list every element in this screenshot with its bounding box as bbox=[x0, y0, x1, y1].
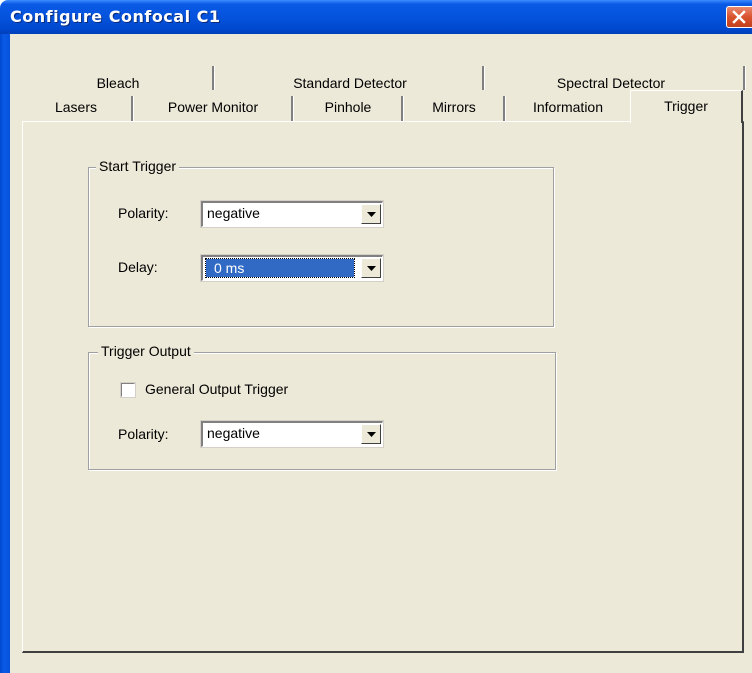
output-polarity-value: negative bbox=[207, 425, 260, 441]
output-polarity-label: Polarity: bbox=[118, 426, 169, 442]
tab-separator bbox=[503, 96, 506, 121]
tab-trigger[interactable]: Trigger bbox=[630, 90, 743, 123]
general-output-trigger-label[interactable]: General Output Trigger bbox=[145, 381, 288, 397]
tab-label: Lasers bbox=[54, 99, 98, 115]
dropdown-arrow-button[interactable] bbox=[361, 424, 381, 444]
output-polarity-dropdown[interactable]: negative bbox=[200, 420, 384, 448]
tab-standard-detector[interactable]: Standard Detector bbox=[216, 70, 484, 96]
tab-separator bbox=[401, 96, 404, 121]
start-polarity-value: negative bbox=[207, 205, 260, 221]
window-frame-left bbox=[0, 34, 10, 673]
dropdown-arrow-button[interactable] bbox=[361, 204, 381, 224]
tab-label: Mirrors bbox=[432, 99, 476, 115]
trigger-output-group bbox=[88, 352, 556, 470]
title-bar[interactable]: Configure Confocal C1 bbox=[0, 0, 752, 34]
delay-dropdown[interactable]: 0 ms bbox=[200, 254, 384, 282]
tab-mirrors[interactable]: Mirrors bbox=[405, 94, 503, 120]
general-output-trigger-checkbox[interactable] bbox=[120, 382, 136, 398]
start-polarity-label: Polarity: bbox=[118, 205, 169, 221]
chevron-down-icon bbox=[367, 212, 376, 217]
chevron-down-icon bbox=[367, 266, 376, 271]
tab-power-monitor[interactable]: Power Monitor bbox=[135, 94, 291, 120]
close-icon bbox=[732, 10, 746, 24]
tab-lasers[interactable]: Lasers bbox=[22, 94, 130, 120]
delay-value: 0 ms bbox=[205, 258, 355, 278]
tab-separator bbox=[212, 66, 215, 90]
tab-label: Bleach bbox=[96, 75, 140, 91]
tab-separator bbox=[482, 66, 485, 90]
chevron-down-icon bbox=[367, 432, 376, 437]
start-trigger-group bbox=[88, 167, 554, 327]
trigger-output-title: Trigger Output bbox=[98, 343, 194, 359]
tab-separator bbox=[131, 96, 134, 121]
configure-confocal-window: Configure Confocal C1 Bleach Standard De… bbox=[0, 0, 752, 673]
start-polarity-dropdown[interactable]: negative bbox=[200, 200, 384, 228]
tab-label: Standard Detector bbox=[293, 75, 407, 91]
close-button[interactable] bbox=[726, 6, 752, 28]
tab-bleach[interactable]: Bleach bbox=[30, 70, 206, 96]
tab-label: Pinhole bbox=[324, 99, 372, 115]
tab-separator bbox=[743, 66, 746, 90]
dropdown-arrow-button[interactable] bbox=[361, 258, 381, 278]
tab-information[interactable]: Information bbox=[507, 94, 629, 120]
tab-separator bbox=[291, 96, 294, 121]
window-title: Configure Confocal C1 bbox=[10, 7, 221, 26]
delay-label: Delay: bbox=[118, 259, 158, 275]
start-trigger-title: Start Trigger bbox=[96, 158, 180, 174]
tab-pinhole[interactable]: Pinhole bbox=[295, 94, 401, 120]
tab-label: Power Monitor bbox=[167, 99, 259, 115]
tab-label: Information bbox=[532, 99, 604, 115]
tab-label: Trigger bbox=[664, 98, 708, 114]
